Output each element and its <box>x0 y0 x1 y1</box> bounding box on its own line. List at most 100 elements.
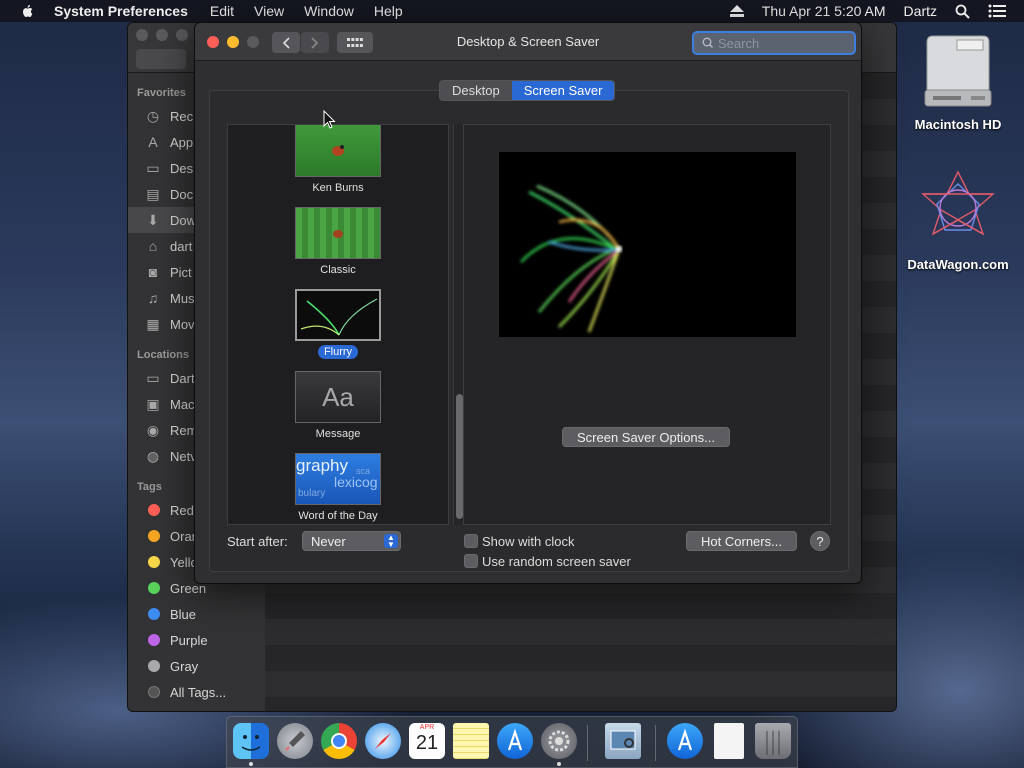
menu-user[interactable]: Dartz <box>904 3 937 19</box>
sidebar-item-label: dart <box>170 238 193 254</box>
chrome-dock-icon[interactable] <box>321 723 357 759</box>
notes-dock-icon[interactable] <box>453 723 489 759</box>
desktop-datawagon-label: DataWagon.com <box>907 257 1009 272</box>
hot-corners-button[interactable]: Hot Corners... <box>686 531 797 551</box>
apple-menu-icon[interactable] <box>20 3 36 19</box>
help-button[interactable]: ? <box>810 531 830 551</box>
random-saver-label: Use random screen saver <box>482 554 631 569</box>
mouse-cursor-icon <box>323 110 336 129</box>
desktop-macintosh-hd[interactable]: Macintosh HD <box>903 32 1013 132</box>
preview-dock-icon[interactable] <box>605 723 641 759</box>
sidebar-item-label: Des <box>170 160 194 176</box>
sidebar-tag-blue[interactable]: Blue <box>128 601 265 627</box>
ladybug-icon <box>332 145 344 156</box>
chevron-updown-icon: ▲ ▼ <box>384 534 398 549</box>
show-clock-checkbox[interactable] <box>464 534 478 548</box>
saver-message[interactable]: Aa Message <box>278 371 398 441</box>
classic-thumbnail <box>295 207 381 259</box>
finder-close-button[interactable] <box>136 29 148 41</box>
sidebar-item-label: Red <box>170 502 194 518</box>
tag-dot-icon <box>148 660 160 672</box>
flurry-preview-art <box>520 184 622 333</box>
search-input[interactable] <box>718 35 838 51</box>
applications-folder-dock-icon[interactable] <box>667 723 703 759</box>
menu-clock[interactable]: Thu Apr 21 5:20 AM <box>762 3 886 19</box>
app-store-a-icon <box>677 728 693 751</box>
locations-header: Locations <box>137 349 189 361</box>
start-after-select[interactable]: Never ▲ ▼ <box>302 531 401 551</box>
document-dock-icon[interactable] <box>714 723 744 759</box>
tag-dot-icon <box>148 556 160 568</box>
launchpad-dock-icon[interactable] <box>277 723 313 759</box>
screen-saver-options-button[interactable]: Screen Saver Options... <box>562 427 730 447</box>
trash-icon <box>766 731 780 755</box>
desktop-datawagon[interactable]: DataWagon.com <box>903 170 1013 272</box>
sidebar-tag-gray[interactable]: Gray <box>128 653 265 679</box>
ladybug-icon <box>333 230 343 238</box>
sidebar-item-label: Doc <box>170 186 194 202</box>
menu-bar: System Preferences Edit View Window Help… <box>0 0 1024 22</box>
saver-classic[interactable]: Classic <box>278 207 398 277</box>
window-titlebar: Desktop & Screen Saver <box>195 23 861 61</box>
sidebar-item-label: Purple <box>170 632 208 648</box>
app-store-dock-icon[interactable] <box>497 723 533 759</box>
documents-icon: ▤ <box>146 185 160 202</box>
downloads-icon: ⬇ <box>147 211 159 228</box>
sidebar-item-label: Rec <box>170 108 194 124</box>
message-thumbnail: Aa <box>295 371 381 423</box>
menu-window[interactable]: Window <box>304 3 354 19</box>
tab-desktop[interactable]: Desktop <box>440 81 512 100</box>
menu-help[interactable]: Help <box>374 3 403 19</box>
ken-burns-thumbnail <box>295 125 381 177</box>
rocket-icon <box>285 731 305 751</box>
saver-label: Word of the Day <box>298 510 378 522</box>
tag-dot-icon <box>148 686 160 698</box>
tab-screen-saver[interactable]: Screen Saver <box>511 81 615 100</box>
computer-icon: ▭ <box>146 369 160 386</box>
spotlight-icon[interactable] <box>955 4 970 19</box>
search-field[interactable] <box>692 31 856 55</box>
start-after-value: Never <box>311 533 346 549</box>
tag-dot-icon <box>148 530 160 542</box>
sidebar-item-label: Mov <box>170 316 195 332</box>
saver-word-of-the-day[interactable]: graphy lexicog bulary sca Word of the Da… <box>278 453 398 523</box>
menu-edit[interactable]: Edit <box>210 3 234 19</box>
show-clock-label: Show with clock <box>482 534 575 549</box>
finder-minimize-button[interactable] <box>156 29 168 41</box>
search-icon <box>702 37 713 48</box>
screensaver-list[interactable]: Ken Burns Classic Flurry Aa Message grap… <box>227 124 449 525</box>
sidebar-tag-purple[interactable]: Purple <box>128 627 265 653</box>
sidebar-item-label: App <box>170 134 194 150</box>
finder-zoom-button[interactable] <box>176 29 188 41</box>
menu-view[interactable]: View <box>254 3 284 19</box>
tag-dot-icon <box>148 608 160 620</box>
calendar-day: 21 <box>415 732 439 754</box>
sidebar-item-label: All Tags... <box>170 684 227 700</box>
menu-app-name[interactable]: System Preferences <box>54 3 188 19</box>
movies-icon: ▦ <box>146 315 160 332</box>
word-thumb-text: bulary <box>298 488 326 499</box>
desktop-hd-label: Macintosh HD <box>914 117 1002 132</box>
disk-icon: ▣ <box>146 395 160 412</box>
running-indicator <box>249 762 253 766</box>
saver-ken-burns[interactable]: Ken Burns <box>278 125 398 195</box>
finder-dock-icon[interactable] <box>233 723 269 759</box>
recents-icon: ◷ <box>146 107 160 124</box>
tag-dot-icon <box>148 504 160 516</box>
finder-nav-buttons[interactable] <box>136 49 186 69</box>
trash-dock-icon[interactable] <box>755 723 791 759</box>
safari-dock-icon[interactable] <box>365 723 401 759</box>
saver-flurry[interactable]: Flurry <box>278 289 398 359</box>
music-icon: ♫ <box>147 290 159 306</box>
sidebar-item-label: Netv <box>170 448 197 464</box>
sidebar-tag-all[interactable]: All Tags... <box>128 679 265 705</box>
eject-icon[interactable] <box>729 5 744 17</box>
notification-center-icon[interactable] <box>988 4 1006 18</box>
calendar-dock-icon[interactable]: APR 21 <box>409 723 445 759</box>
tag-dot-icon <box>148 634 160 646</box>
dock-separator <box>655 725 656 761</box>
system-preferences-dock-icon[interactable] <box>541 723 577 759</box>
scrollbar-thumb[interactable] <box>456 394 463 519</box>
random-saver-checkbox[interactable] <box>464 554 478 568</box>
running-indicator <box>557 762 561 766</box>
